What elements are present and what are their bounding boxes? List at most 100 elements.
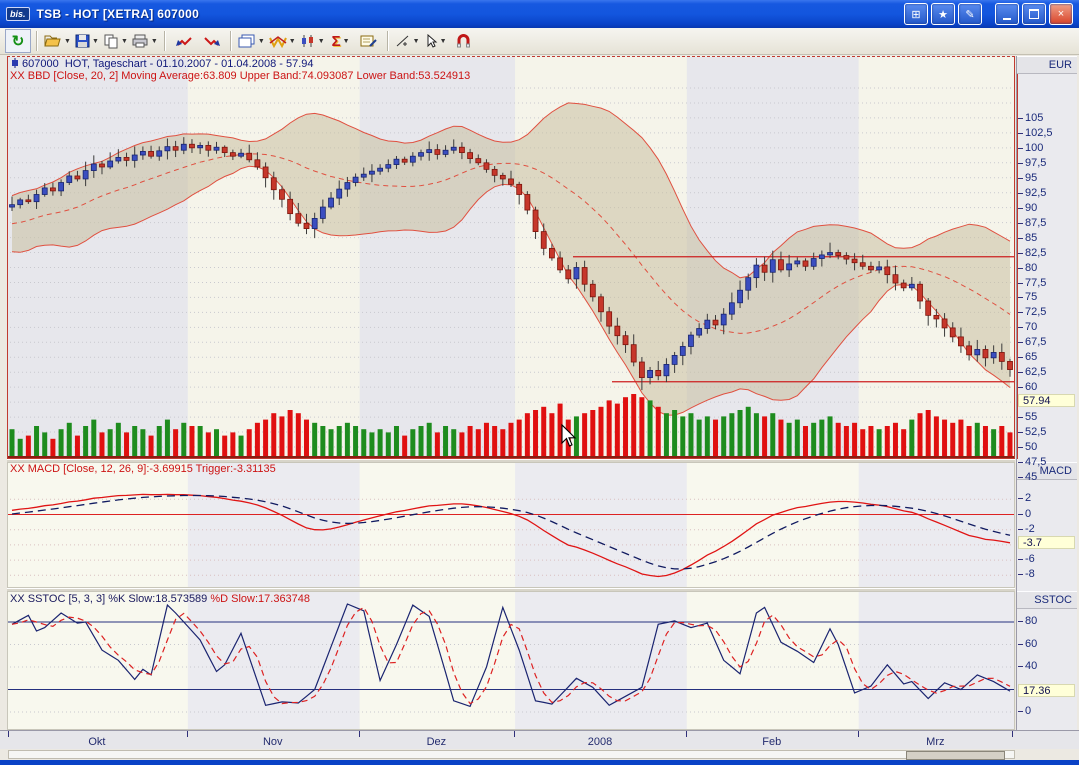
dropdown-arrow-icon: ▼ [413, 38, 420, 45]
print-button[interactable]: ▼ [131, 29, 159, 53]
axis-tick-label: 70 [1025, 321, 1037, 333]
restore-icon [1029, 9, 1039, 19]
axis-tick-label: 50 [1025, 441, 1037, 453]
copy-button[interactable]: ▼ [102, 29, 129, 53]
favorite-button[interactable]: ★ [931, 3, 955, 25]
line-tool-button[interactable]: ▼ [394, 29, 421, 53]
axis-tick-label: 100 [1025, 142, 1043, 154]
candlestick-chart[interactable] [8, 57, 1014, 458]
macd-value-tag: -3.7 [1018, 536, 1075, 549]
stochastic-chart[interactable] [8, 592, 1014, 729]
macd-pane[interactable]: XX MACD [Close, 12, 26, 9]:-3.69915 Trig… [7, 462, 1015, 588]
restore-button[interactable] [1022, 3, 1046, 25]
chart-title-row: 607000 HOT, Tageschart - 01.10.2007 - 01… [12, 58, 314, 70]
magnet-button[interactable] [451, 29, 477, 53]
axis-tick [1018, 498, 1023, 499]
scrollbar-thumb[interactable] [906, 751, 1005, 760]
axis-tick-label: 92,5 [1025, 187, 1046, 199]
chart-forward-button[interactable] [199, 29, 225, 53]
axis-tick [1018, 268, 1023, 269]
magnet-icon [456, 34, 471, 48]
axis-tick [1018, 208, 1023, 209]
minimize-button[interactable] [995, 3, 1019, 25]
axis-tick [1018, 387, 1023, 388]
open-folder-icon [44, 34, 62, 48]
sstoc-d-label: %D Slow:17.363748 [207, 593, 310, 605]
mouse-cursor [558, 423, 578, 449]
axis-tick-label: 95 [1025, 172, 1037, 184]
price-chart-pane[interactable]: 607000 HOT, Tageschart - 01.10.2007 - 01… [7, 56, 1015, 459]
axis-tick [1018, 529, 1023, 530]
axis-tick [1018, 118, 1023, 119]
macd-chart[interactable] [8, 463, 1014, 587]
save-button[interactable]: ▼ [74, 29, 100, 53]
axis-tick-label: 55 [1025, 411, 1037, 423]
month-tick [1012, 731, 1013, 737]
candles-icon [300, 34, 316, 48]
axis-tick-label: 60 [1025, 381, 1037, 393]
time-axis: OktNovDez2008FebMrz [0, 730, 1079, 750]
sum-button[interactable]: Σ▼ [328, 29, 354, 53]
indicators-button[interactable]: ▼ [268, 29, 297, 53]
chart-windows-icon [238, 34, 256, 48]
dropdown-arrow-icon: ▼ [318, 38, 325, 45]
properties-button[interactable] [356, 29, 382, 53]
draw-candles-button[interactable]: ▼ [299, 29, 326, 53]
month-tick [514, 731, 515, 737]
axis-tick-label: 80 [1025, 615, 1037, 627]
month-label: Okt [88, 736, 105, 748]
horizontal-scrollbar[interactable] [8, 750, 1015, 759]
toolbar-separator [164, 31, 166, 51]
axis-tick [1018, 447, 1023, 448]
month-label: Mrz [926, 736, 944, 748]
pin-window-button[interactable]: ⊞ [904, 3, 928, 25]
title-bar[interactable]: bis. TSB - HOT [XETRA] 607000 ⊞ ★ ✎ × [0, 0, 1079, 28]
axis-tick [1018, 432, 1023, 433]
refresh-button[interactable]: ↻ [5, 29, 31, 53]
sstoc-k-label: XX SSTOC [5, 3, 3] %K Slow:18.573589 [10, 593, 207, 605]
chart-type-button[interactable]: ▼ [237, 29, 266, 53]
axis-tick-label: 105 [1025, 112, 1043, 124]
axis-tick [1018, 163, 1023, 164]
chart-title: 607000 HOT, Tageschart - 01.10.2007 - 01… [22, 58, 314, 70]
axis-tick-label: 62,5 [1025, 366, 1046, 378]
close-button[interactable]: × [1049, 3, 1073, 25]
macd-label: XX MACD [Close, 12, 26, 9]:-3.69915 Trig… [10, 463, 276, 475]
app-icon: bis. [6, 7, 30, 21]
axis-tick-label: 97,5 [1025, 157, 1046, 169]
axis-tick-label: -2 [1025, 523, 1035, 535]
cursor-icon [425, 34, 438, 48]
month-tick [187, 731, 188, 737]
chart-forward-icon [203, 35, 221, 48]
axis-tick [1018, 711, 1023, 712]
edit-button[interactable]: ✎ [958, 3, 982, 25]
save-icon [75, 34, 90, 48]
axis-tick [1018, 283, 1023, 284]
cursor-tool-button[interactable]: ▼ [423, 29, 449, 53]
chart-back-icon [175, 35, 193, 48]
dropdown-arrow-icon: ▼ [289, 38, 296, 45]
month-label: Dez [427, 736, 447, 748]
month-tick [858, 731, 859, 737]
sstoc-label: XX SSTOC [5, 3, 3] %K Slow:18.573589 %D … [10, 593, 310, 605]
axis-tick [1018, 312, 1023, 313]
axis-tick [1018, 357, 1023, 358]
open-button[interactable]: ▼ [43, 29, 72, 53]
axis-tick-label: 45 [1025, 471, 1037, 483]
sstoc-pane[interactable]: XX SSTOC [5, 3, 3] %K Slow:18.573589 %D … [7, 591, 1015, 730]
axis-tick [1018, 559, 1023, 560]
axis-tick-label: 40 [1025, 660, 1037, 672]
minimize-icon [1003, 15, 1011, 20]
chart-back-button[interactable] [171, 29, 197, 53]
axis-tick [1018, 477, 1023, 478]
month-tick [8, 731, 9, 737]
indicator-zigzag-icon [269, 35, 287, 48]
application-window: bis. TSB - HOT [XETRA] 607000 ⊞ ★ ✎ × ↻ … [0, 0, 1079, 765]
axis-tick-label: -6 [1025, 553, 1035, 565]
axis-tick [1018, 342, 1023, 343]
axis-tick [1018, 193, 1023, 194]
line-tool-icon [395, 34, 411, 48]
axis-tick [1018, 148, 1023, 149]
dropdown-arrow-icon: ▼ [151, 38, 158, 45]
axis-tick [1018, 666, 1023, 667]
